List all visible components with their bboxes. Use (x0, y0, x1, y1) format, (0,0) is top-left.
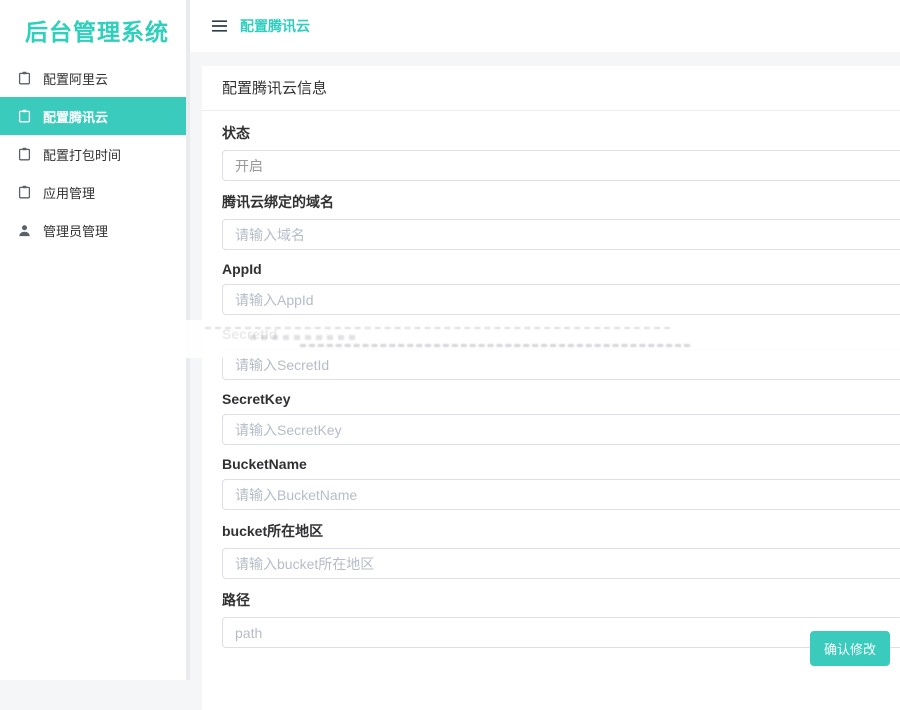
secretid-input[interactable] (222, 349, 900, 380)
sidebar-menu: 配置阿里云配置腾讯云配置打包时间应用管理管理员管理 (0, 59, 190, 249)
confirm-edit-button[interactable]: 确认修改 (810, 631, 890, 666)
breadcrumb: 配置腾讯云 (240, 16, 310, 36)
main-area: 配置腾讯云 配置腾讯云信息 状态腾讯云绑定的域名 AppId SecretId Sec… (190, 0, 900, 680)
config-card: 配置腾讯云信息 状态腾讯云绑定的域名 AppId SecretId SecretKey… (202, 66, 900, 710)
sidebar: 后台管理系统 配置阿里云配置腾讯云配置打包时间应用管理管理员管理 (0, 0, 190, 680)
app-title: 后台管理系统 (0, 0, 190, 57)
domain-input[interactable] (222, 219, 900, 250)
field-label: bucket所在地区 (222, 521, 900, 541)
sidebar-item-label: 应用管理 (43, 183, 95, 202)
clipboard-icon (18, 109, 32, 123)
sidebar-item-label: 管理员管理 (43, 221, 108, 240)
sidebar-item-0[interactable]: 配置阿里云 (0, 59, 190, 97)
clipboard-icon (18, 71, 32, 85)
form-field-bucketname: BucketName (222, 456, 900, 510)
field-label: AppId (222, 261, 900, 277)
config-form: 状态腾讯云绑定的域名 AppId SecretId SecretKey BucketNa… (202, 111, 900, 648)
topbar: 配置腾讯云 (190, 0, 900, 52)
card-title: 配置腾讯云信息 (202, 66, 900, 111)
form-field-bucket-region: bucket所在地区 (222, 521, 900, 579)
form-field-appid: AppId (222, 261, 900, 315)
sidebar-item-2[interactable]: 配置打包时间 (0, 135, 190, 173)
secretkey-input[interactable] (222, 414, 900, 445)
bucketname-input[interactable] (222, 479, 900, 510)
sidebar-item-1[interactable]: 配置腾讯云 (0, 97, 190, 135)
form-field-status: 状态 (222, 123, 900, 181)
field-label: 路径 (222, 590, 900, 610)
hamburger-icon[interactable] (211, 19, 228, 33)
form-field-path: 路径 (222, 590, 900, 648)
clipboard-icon (18, 147, 32, 161)
path-input[interactable] (222, 617, 900, 648)
sidebar-item-label: 配置腾讯云 (43, 107, 108, 126)
form-field-domain: 腾讯云绑定的域名 (222, 192, 900, 250)
field-label: SecretKey (222, 391, 900, 407)
field-label: SecretId (222, 326, 900, 342)
appid-input[interactable] (222, 284, 900, 315)
sidebar-scrollbar[interactable] (186, 0, 190, 680)
bucket-region-input[interactable] (222, 548, 900, 579)
field-label: 状态 (222, 123, 900, 143)
form-field-secretkey: SecretKey (222, 391, 900, 445)
form-field-secretid: SecretId (222, 326, 900, 380)
field-label: BucketName (222, 456, 900, 472)
user-icon (18, 223, 32, 237)
status-input[interactable] (222, 150, 900, 181)
sidebar-item-label: 配置打包时间 (43, 145, 121, 164)
field-label: 腾讯云绑定的域名 (222, 192, 900, 212)
sidebar-item-4[interactable]: 管理员管理 (0, 211, 190, 249)
sidebar-item-label: 配置阿里云 (43, 69, 108, 88)
clipboard-icon (18, 185, 32, 199)
card-footer: 确认修改 (810, 631, 890, 666)
sidebar-item-3[interactable]: 应用管理 (0, 173, 190, 211)
